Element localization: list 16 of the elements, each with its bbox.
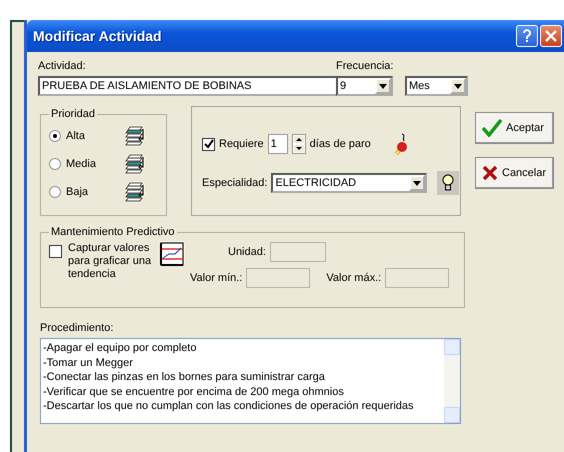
field-label: Actividad: [38, 60, 87, 72]
field-label: Valor máx.: [326, 272, 382, 284]
group-title: Prioridad [50, 108, 96, 120]
checkbox-label: Capturar valores para graficar una tendencia [68, 242, 152, 281]
field-label: Especialidad: [202, 177, 268, 189]
radio-label: Alta [66, 130, 86, 142]
field-label: Procedimiento: [40, 322, 114, 334]
radio-label: Baja [66, 186, 90, 198]
field-label: días de paro [310, 138, 371, 150]
group-title: Mantenimiento Predictivo [50, 226, 176, 238]
field-label: Frecuencia: [336, 60, 394, 72]
window-title: Modificar Actividad [33, 28, 163, 44]
checkbox-label: Requiere [219, 138, 264, 150]
radio-label: Media [66, 158, 97, 170]
field-label: Unidad: [228, 246, 266, 258]
field-label: Valor mín.: [190, 272, 242, 284]
